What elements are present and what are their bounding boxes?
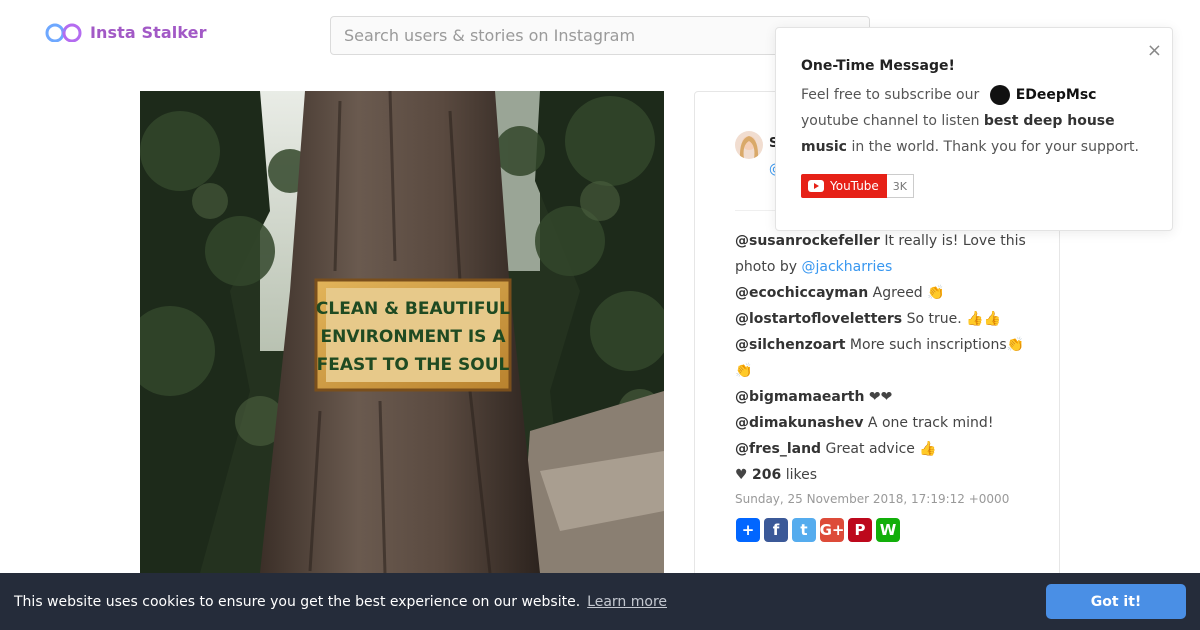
comment-text: So true. 👍👍 <box>906 311 1001 327</box>
share-buttons: + f t G+ P W <box>736 518 900 542</box>
facebook-icon: f <box>772 521 780 539</box>
accept-cookies-button[interactable]: Got it! <box>1046 584 1186 619</box>
comment-user[interactable]: @bigmamaearth <box>735 389 864 405</box>
close-icon[interactable]: × <box>1147 42 1162 60</box>
comment-item: @fres_land Great advice 👍 <box>735 436 1035 462</box>
comment-item: @lostartofloveletters So true. 👍👍 <box>735 306 1035 332</box>
comment-user[interactable]: @silchenzoart <box>735 337 845 353</box>
comment-item: @ecochiccayman Agreed 👏 <box>735 280 1035 306</box>
popup-text-end: in the world. Thank you for your support… <box>851 139 1139 155</box>
share-add-button[interactable]: + <box>736 518 760 542</box>
avatar[interactable] <box>735 131 763 159</box>
share-googleplus-button[interactable]: G+ <box>820 518 844 542</box>
twitter-icon: t <box>800 521 808 539</box>
comment-list: @susanrockefeller It really is! Love thi… <box>735 228 1035 488</box>
comment-item: @silchenzoart More such inscriptions👏👏 <box>735 332 1035 384</box>
comment-user[interactable]: @susanrockefeller <box>735 233 880 249</box>
pinterest-icon: P <box>854 521 866 539</box>
likes-label: likes <box>785 467 817 483</box>
post-date: Sunday, 25 November 2018, 17:19:12 +0000 <box>735 492 1010 506</box>
comment-user[interactable]: @ecochiccayman <box>735 285 868 301</box>
sign-line-2: ENVIRONMENT IS A <box>320 327 506 347</box>
youtube-label: YouTube <box>830 179 879 193</box>
comment-user[interactable]: @fres_land <box>735 441 821 457</box>
googleplus-icon: G+ <box>819 521 845 539</box>
glasses-logo-icon <box>45 23 82 42</box>
comment-user[interactable]: @lostartofloveletters <box>735 311 902 327</box>
learn-more-link[interactable]: Learn more <box>587 594 667 610</box>
comment-user[interactable]: @dimakunashev <box>735 415 863 431</box>
sign-line-3: FEAST TO THE SOUL <box>317 355 510 375</box>
comment-text: ❤❤ <box>868 389 893 405</box>
subscriber-count: 3K <box>886 174 915 198</box>
channel-link[interactable]: EDeepMsc <box>989 82 1097 108</box>
plus-icon: + <box>741 521 755 539</box>
site-logo[interactable]: Insta Stalker <box>45 22 207 42</box>
share-pinterest-button[interactable]: P <box>848 518 872 542</box>
whatsapp-icon: W <box>879 521 897 539</box>
channel-name: EDeepMsc <box>1015 87 1097 103</box>
youtube-subscribe-button[interactable]: YouTube <box>801 174 887 198</box>
site-name: Insta Stalker <box>90 22 207 42</box>
sign-line-1: CLEAN & BEAUTIFUL <box>316 299 510 319</box>
popup-message: Feel free to subscribe our EDeepMsc yout… <box>801 82 1151 160</box>
comment-item: @susanrockefeller It really is! Love thi… <box>735 228 1035 280</box>
share-whatsapp-button[interactable]: W <box>876 518 900 542</box>
comment-item: @dimakunashev A one track mind! <box>735 410 1035 436</box>
cookie-banner: This website uses cookies to ensure you … <box>0 573 1200 630</box>
comment-text: Agreed 👏 <box>872 285 945 301</box>
one-time-message-popup: × One-Time Message! Feel free to subscri… <box>775 27 1173 231</box>
likes-row: ♥ 206 likes <box>735 462 1035 488</box>
post-photo[interactable]: CLEAN & BEAUTIFUL ENVIRONMENT IS A FEAST… <box>140 91 664 573</box>
share-facebook-button[interactable]: f <box>764 518 788 542</box>
youtube-subscribe: YouTube 3K <box>801 174 915 198</box>
share-twitter-button[interactable]: t <box>792 518 816 542</box>
comment-mention[interactable]: @jackharries <box>801 259 892 275</box>
comment-text: Great advice 👍 <box>825 441 937 457</box>
comment-item: @bigmamaearth ❤❤ <box>735 384 1035 410</box>
channel-logo-icon <box>989 85 1010 105</box>
comment-text: A one track mind! <box>867 415 994 431</box>
popup-text-start: Feel free to subscribe our <box>801 87 980 103</box>
popup-title: One-Time Message! <box>801 58 955 74</box>
likes-count: 206 <box>752 467 782 483</box>
popup-text-middle: youtube channel to listen <box>801 113 980 129</box>
cookie-message: This website uses cookies to ensure you … <box>14 593 581 610</box>
youtube-icon <box>808 180 824 192</box>
heart-icon: ♥ <box>735 467 748 483</box>
